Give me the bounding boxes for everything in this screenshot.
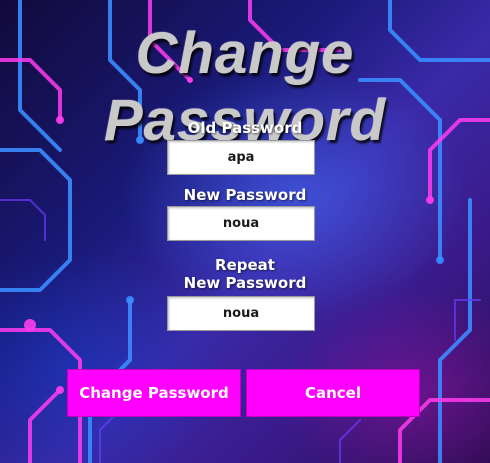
old-password-label: Old Password [187,119,303,137]
new-password-label: New Password [183,186,307,204]
repeat-password-label-line1: Repeat [215,256,275,274]
repeat-password-field[interactable] [167,296,315,331]
change-password-button[interactable]: Change Password [67,369,241,417]
cancel-button[interactable]: Cancel [246,369,420,417]
old-password-field[interactable] [167,140,315,175]
new-password-field[interactable] [167,206,315,241]
repeat-password-label-line2: New Password [183,274,307,292]
